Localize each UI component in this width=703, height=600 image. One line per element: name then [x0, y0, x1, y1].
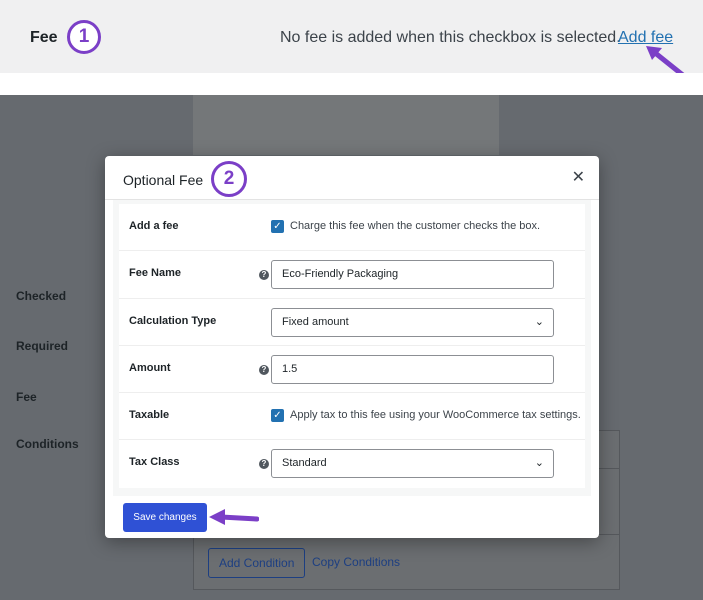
amount-value: 1.5: [282, 362, 298, 375]
tax-class-select[interactable]: Standard ⌄: [271, 449, 554, 479]
calculation-type-label: Calculation Type: [129, 314, 217, 327]
chevron-down-icon: ⌄: [534, 315, 544, 328]
calculation-type-value: Fixed amount: [282, 315, 349, 328]
taxable-checkbox-text: Apply tax to this fee using your WooComm…: [290, 409, 581, 422]
save-changes-button[interactable]: Save changes: [123, 503, 207, 532]
row-calculation-type: Calculation Type Fixed amount ⌄: [119, 299, 585, 346]
copy-conditions-link[interactable]: Copy Conditions: [312, 555, 400, 569]
calculation-type-select[interactable]: Fixed amount ⌄: [271, 307, 554, 337]
help-icon[interactable]: ?: [259, 459, 269, 470]
fee-form: Add a fee ✓ Charge this fee when the cus…: [119, 204, 585, 488]
add-condition-button[interactable]: Add Condition: [208, 548, 306, 578]
close-icon[interactable]: ✕: [572, 167, 585, 187]
fee-note: No fee is added when this checkbox is se…: [280, 29, 621, 46]
separator: [0, 73, 703, 95]
modal-header: Optional Fee 2 ✕: [105, 156, 599, 200]
row-tax-class: Tax Class ? Standard ⌄: [119, 440, 585, 487]
conditions-footer: Add Condition Copy Conditions: [194, 534, 619, 589]
help-icon[interactable]: ?: [259, 364, 269, 375]
taxable-checkbox[interactable]: ✓: [271, 409, 284, 423]
add-fee-checkbox[interactable]: ✓: [271, 220, 284, 233]
label-checked: Checked: [16, 289, 67, 303]
step-two-badge: 2: [211, 161, 247, 197]
row-add-fee: Add a fee ✓ Charge this fee when the cus…: [119, 204, 585, 252]
fee-title: Fee: [30, 29, 58, 46]
fee-name-input[interactable]: Eco-Friendly Packaging: [271, 260, 554, 290]
tax-class-label: Tax Class: [129, 456, 180, 469]
modal-body: Add a fee ✓ Charge this fee when the cus…: [113, 200, 591, 496]
help-icon[interactable]: ?: [259, 270, 269, 281]
label-required: Required: [16, 339, 69, 353]
annotation-bar: Fee 1 No fee is added when this checkbox…: [0, 0, 703, 73]
label-fee: Fee: [16, 390, 37, 404]
amount-label: Amount: [129, 361, 171, 374]
row-fee-name: Fee Name ? Eco-Friendly Packaging: [119, 251, 585, 299]
add-fee-checkbox-text: Charge this fee when the customer checks…: [290, 220, 541, 232]
fee-name-label: Fee Name: [129, 267, 181, 280]
modal-title: Optional Fee: [123, 172, 204, 188]
page-column: [193, 95, 499, 155]
add-fee-label: Add a fee: [129, 220, 179, 232]
arrow-to-save-icon: [209, 509, 259, 525]
step-one-badge: 1: [67, 20, 101, 54]
chevron-down-icon: ⌄: [534, 457, 544, 470]
row-taxable: Taxable ✓ Apply tax to this fee using yo…: [119, 393, 585, 441]
label-conditions: Conditions: [16, 437, 79, 451]
fee-name-value: Eco-Friendly Packaging: [282, 268, 399, 281]
optional-fee-modal: Optional Fee 2 ✕ Add a fee ✓ Charge this…: [105, 156, 599, 538]
amount-input[interactable]: 1.5: [271, 354, 554, 384]
row-amount: Amount ? 1.5: [119, 346, 585, 394]
taxable-label: Taxable: [129, 409, 170, 422]
tax-class-value: Standard: [282, 457, 327, 470]
